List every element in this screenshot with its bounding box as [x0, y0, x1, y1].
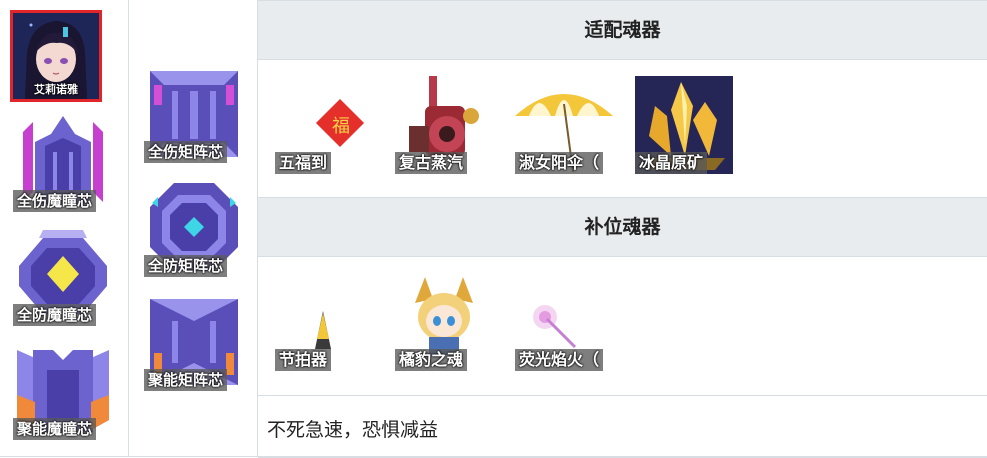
- adapted-item[interactable]: 淑女阳伞（: [515, 76, 613, 174]
- adapted-item-label: 淑女阳伞（: [515, 152, 604, 174]
- left-core-label: 全防魔瞳芯: [13, 304, 97, 326]
- character-portrait[interactable]: 艾莉诺雅: [10, 10, 102, 102]
- substitute-item-label: 节拍器: [275, 349, 332, 371]
- substitute-item[interactable]: 节拍器: [275, 273, 373, 371]
- character-name: 艾莉诺雅: [34, 83, 78, 96]
- adapted-item-label: 冰晶原矿: [635, 152, 708, 174]
- substitute-item-label: 橘豹之魂: [395, 349, 468, 371]
- adapted-item-label: 五福到: [275, 152, 332, 174]
- substitute-item[interactable]: 荧光焰火（: [515, 273, 613, 371]
- effect-note-row: 不死急速，恐惧减益: [258, 395, 987, 458]
- matrix-core-full-defense[interactable]: 全防矩阵芯: [144, 177, 244, 277]
- left-core-label: 聚能魔瞳芯: [13, 418, 97, 440]
- substitute-item-label: 荧光焰火（: [515, 349, 604, 371]
- adapted-section-header: 适配魂器: [258, 0, 987, 60]
- soul-vessel-panel: 适配魂器 福 五福到 复古蒸汽 淑女阳伞（ 冰晶原矿 补位魂器 节拍器 橘豹之魂…: [258, 0, 987, 458]
- adapted-item[interactable]: 福 五福到: [275, 76, 373, 174]
- svg-text:福: 福: [332, 116, 350, 137]
- effect-note: 不死急速，恐惧减益: [267, 419, 439, 441]
- matrix-core-label: 全防矩阵芯: [144, 255, 228, 277]
- matrix-core-label: 全伤矩阵芯: [144, 141, 228, 163]
- substitute-items-row: 节拍器 橘豹之魂 荧光焰火（: [258, 257, 987, 394]
- substitute-section-header: 补位魂器: [258, 197, 987, 257]
- left-core-label: 全伤魔瞳芯: [13, 190, 97, 212]
- left-core-full-defense[interactable]: 全防魔瞳芯: [13, 226, 113, 326]
- substitute-item[interactable]: 橘豹之魂: [395, 273, 493, 371]
- left-core-energy[interactable]: 聚能魔瞳芯: [13, 340, 113, 440]
- adapted-item-label: 复古蒸汽: [395, 152, 468, 174]
- matrix-core-full-damage[interactable]: 全伤矩阵芯: [144, 63, 244, 163]
- left-core-full-damage[interactable]: 全伤魔瞳芯: [13, 112, 113, 212]
- adapted-item[interactable]: 复古蒸汽: [395, 76, 493, 174]
- matrix-core-energy[interactable]: 聚能矩阵芯: [144, 291, 244, 391]
- matrix-core-column: 全伤矩阵芯 全防矩阵芯 聚能矩阵芯: [129, 0, 258, 457]
- character-column: 艾莉诺雅 全伤魔瞳芯 全防魔瞳芯 聚能魔瞳芯: [0, 0, 129, 457]
- adapted-item[interactable]: 冰晶原矿: [635, 76, 733, 174]
- adapted-items-row: 福 五福到 复古蒸汽 淑女阳伞（ 冰晶原矿: [258, 60, 987, 196]
- matrix-core-label: 聚能矩阵芯: [144, 369, 228, 391]
